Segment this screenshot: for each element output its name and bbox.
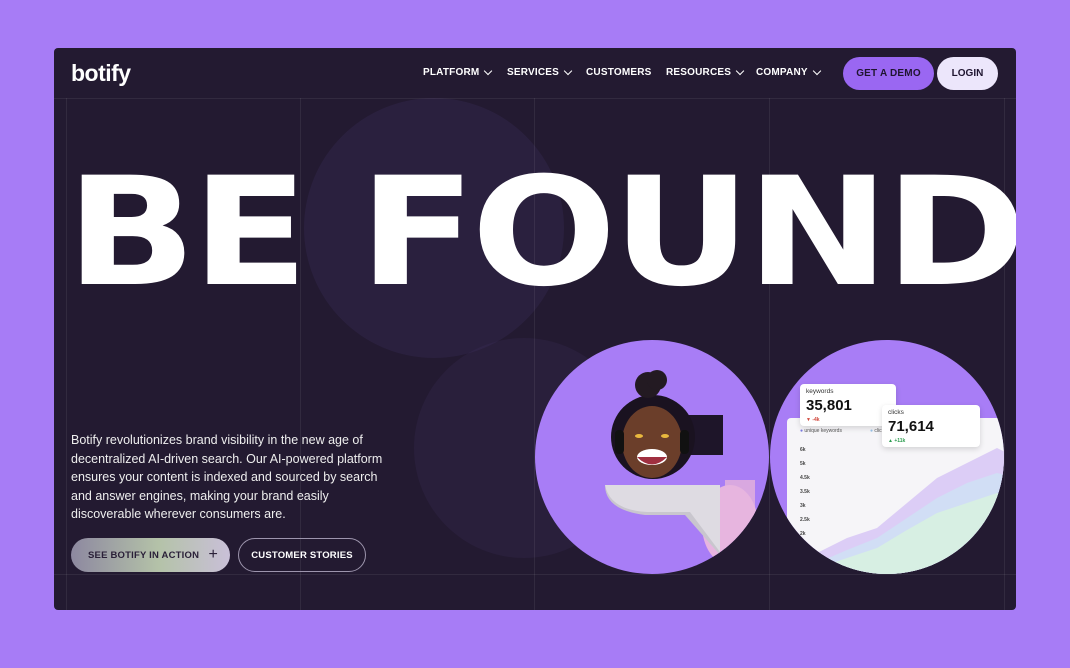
card-change: ▲ +11k [888,438,906,444]
hero-frame: botify PLATFORM SERVICES CUSTOMERS RESOU… [54,48,1016,610]
card-value: 35,801 [806,397,852,414]
card-label: keywords [806,388,834,395]
y-tick: 3.5k [800,489,810,495]
smiling-person-illustration [605,370,758,565]
legend-dot-icon: ● [870,428,874,434]
chevron-down-icon [812,66,822,75]
customer-stories-button[interactable]: CUSTOMER STORIES [238,538,366,572]
see-botify-in-action-button[interactable]: SEE BOTIFY IN ACTION + [71,538,230,572]
hero-headline: BE FOUND [66,146,1016,320]
top-nav: botify PLATFORM SERVICES CUSTOMERS RESOU… [54,48,1016,98]
login-button[interactable]: LOGIN [937,57,998,90]
plus-icon: + [208,546,218,563]
nav-label: RESOURCES [666,67,732,78]
nav-label: COMPANY [756,67,808,78]
nav-customers[interactable]: CUSTOMERS [586,67,652,78]
card-label: clicks [888,409,904,416]
nav-label: SERVICES [507,67,559,78]
y-tick: 3k [800,503,806,509]
chevron-down-icon [484,66,493,75]
legend-label: clic [874,428,882,434]
dashboard-circle: ● unique keywords ● clic 6k 5k 4.5k 3.5k… [770,340,1004,574]
photo-circle [535,340,769,574]
nav-platform[interactable]: PLATFORM [423,66,493,78]
botify-logo[interactable]: botify [71,60,131,87]
grid-line [54,574,1016,575]
legend-clicks: ● clic [870,428,882,434]
chevron-down-icon [735,66,745,75]
grid-line [54,98,1016,99]
hero-description: Botify revolutionizes brand visibility i… [71,433,383,521]
legend-unique-keywords: ● unique keywords [800,428,842,434]
y-tick: 5k [800,461,806,467]
clicks-card: clicks 71,614 ▲ +11k [882,405,980,447]
y-tick: 4.5k [800,475,810,481]
y-tick: 2k [800,531,806,537]
legend-label: unique keywords [804,428,842,434]
nav-services[interactable]: SERVICES [507,66,573,78]
nav-label: PLATFORM [423,67,480,78]
chevron-down-icon [563,66,573,75]
legend-dot-icon: ● [800,428,804,434]
nav-company[interactable]: COMPANY [756,66,822,78]
get-demo-button[interactable]: GET A DEMO [843,57,934,90]
card-change: ▼ -4k [806,417,820,423]
card-value: 71,614 [888,418,934,435]
nav-resources[interactable]: RESOURCES [666,66,745,78]
y-tick: 6k [800,447,806,453]
y-tick: 2.5k [800,517,810,523]
nav-label: CUSTOMERS [586,67,652,78]
button-label: SEE BOTIFY IN ACTION [88,549,200,561]
